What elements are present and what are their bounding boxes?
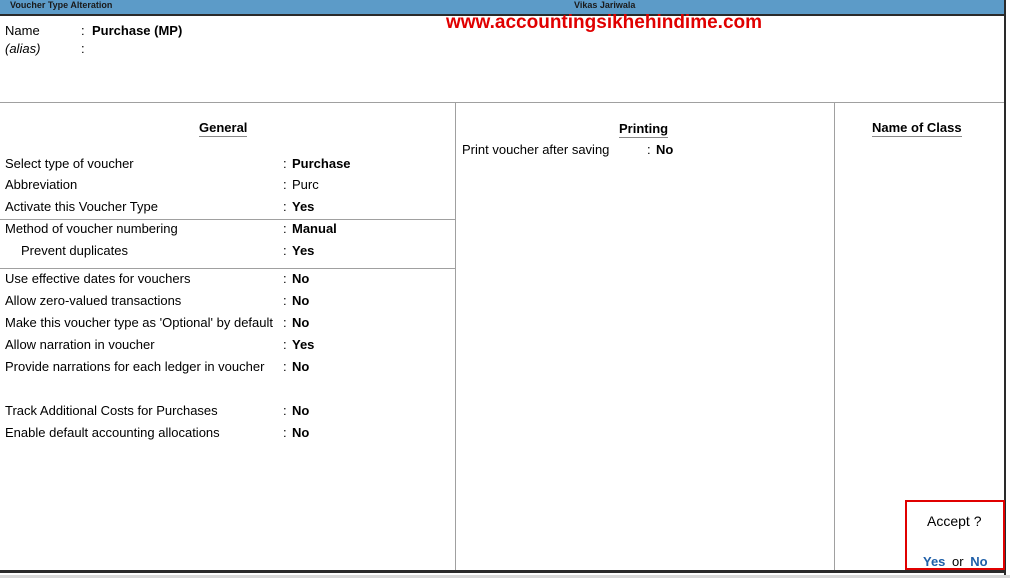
zero-valued-transactions-value[interactable]: No xyxy=(292,291,309,311)
separator: : xyxy=(283,403,287,418)
accept-question: Accept ? xyxy=(927,513,982,529)
print-after-saving-label: Print voucher after saving xyxy=(462,142,610,157)
separator: : xyxy=(283,156,287,171)
name-separator: : xyxy=(81,23,85,38)
accept-yes-button[interactable]: Yes xyxy=(923,554,945,569)
separator: : xyxy=(283,177,287,192)
separator: : xyxy=(283,337,287,352)
abbreviation-value[interactable]: Purc xyxy=(292,175,319,195)
printing-class-divider xyxy=(834,102,835,570)
activate-voucher-type-label: Activate this Voucher Type xyxy=(5,199,158,214)
allow-narration-label: Allow narration in voucher xyxy=(5,337,155,352)
select-voucher-type-label: Select type of voucher xyxy=(5,156,134,171)
general-printing-divider xyxy=(455,102,456,570)
separator: : xyxy=(283,315,287,330)
separator: : xyxy=(283,425,287,440)
prevent-duplicates-value[interactable]: Yes xyxy=(292,241,314,261)
separator: : xyxy=(283,293,287,308)
company-name: Vikas Jariwala xyxy=(574,0,636,10)
window-right-border xyxy=(1004,0,1006,578)
window-bottom-border xyxy=(0,570,1006,573)
ledger-narrations-value[interactable]: No xyxy=(292,357,309,377)
abbreviation-label: Abbreviation xyxy=(5,177,78,192)
separator: : xyxy=(283,359,287,374)
separator: : xyxy=(283,271,287,286)
ledger-narrations-label: Provide narrations for each ledger in vo… xyxy=(5,359,265,374)
default-accounting-allocations-label: Enable default accounting allocations xyxy=(5,425,220,440)
general-heading: General xyxy=(199,120,248,137)
print-after-saving-value[interactable]: No xyxy=(656,140,673,160)
separator: : xyxy=(647,142,651,157)
printing-heading: Printing xyxy=(619,121,669,138)
alias-label: (alias) xyxy=(5,41,41,56)
voucher-numbering-method-label: Method of voucher numbering xyxy=(5,221,178,236)
voucher-numbering-method-value[interactable]: Manual xyxy=(292,219,337,239)
watermark-url: www.accountingsikhehindime.com xyxy=(446,12,763,33)
optional-by-default-value[interactable]: No xyxy=(292,313,309,333)
header-divider xyxy=(0,102,1004,103)
effective-dates-value[interactable]: No xyxy=(292,269,309,289)
accept-dialog: Accept ? Yes or No xyxy=(905,500,1005,570)
allow-narration-value[interactable]: Yes xyxy=(292,335,314,355)
accept-or-text: or xyxy=(952,554,964,569)
optional-by-default-label: Make this voucher type as 'Optional' by … xyxy=(5,315,273,330)
name-of-class-heading: Name of Class xyxy=(872,120,962,137)
prevent-duplicates-label: Prevent duplicates xyxy=(21,243,128,258)
alias-field[interactable] xyxy=(92,39,292,59)
track-additional-costs-value[interactable]: No xyxy=(292,401,309,421)
alias-separator: : xyxy=(81,41,85,56)
separator: : xyxy=(283,243,287,258)
activate-voucher-type-value[interactable]: Yes xyxy=(292,197,314,217)
default-accounting-allocations-value[interactable]: No xyxy=(292,423,309,443)
effective-dates-label: Use effective dates for vouchers xyxy=(5,271,191,286)
zero-valued-transactions-label: Allow zero-valued transactions xyxy=(5,293,182,308)
separator: : xyxy=(283,221,287,236)
window-title: Voucher Type Alteration xyxy=(10,0,113,10)
accept-no-button[interactable]: No xyxy=(970,554,987,569)
separator: : xyxy=(283,199,287,214)
select-voucher-type-value[interactable]: Purchase xyxy=(292,154,351,174)
name-label: Name xyxy=(5,23,40,38)
name-field[interactable]: Purchase (MP) xyxy=(92,21,182,41)
track-additional-costs-label: Track Additional Costs for Purchases xyxy=(5,403,218,418)
